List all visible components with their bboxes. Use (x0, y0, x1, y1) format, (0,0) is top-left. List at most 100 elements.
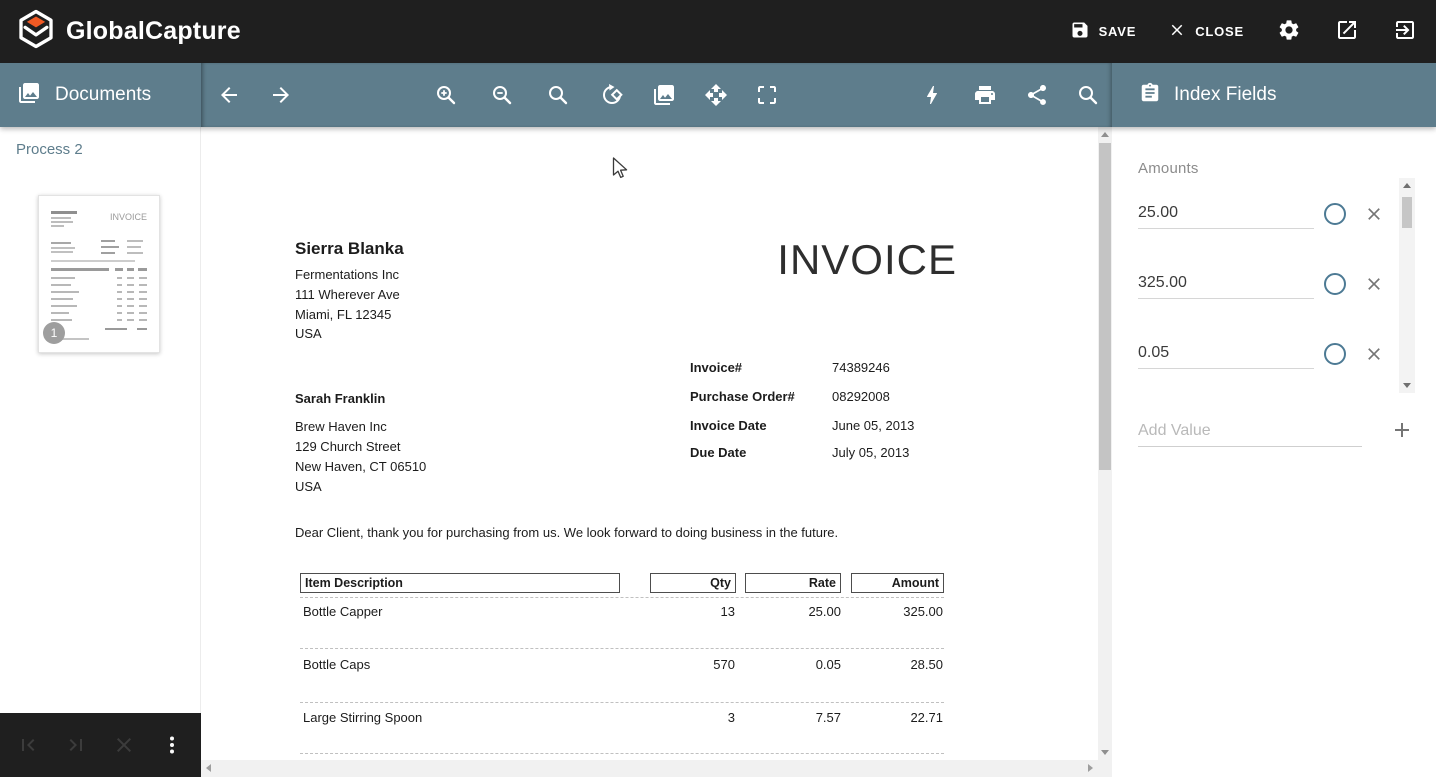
print-button[interactable] (973, 83, 997, 107)
scroll-up-arrow[interactable] (1101, 132, 1109, 137)
open-in-new-button[interactable] (1334, 19, 1360, 45)
scroll-down-arrow[interactable] (1101, 750, 1109, 755)
save-label: SAVE (1099, 24, 1137, 39)
vertical-scrollbar[interactable] (1098, 127, 1112, 760)
add-value-button[interactable] (1390, 418, 1414, 442)
select-circle-button[interactable] (1324, 273, 1346, 295)
due-date-row: Due Date July 05, 2013 (690, 445, 970, 460)
add-value-input[interactable] (1138, 415, 1362, 447)
back-button[interactable] (217, 83, 241, 107)
pages-button[interactable] (652, 83, 676, 107)
index-fields-title: Index Fields (1174, 84, 1276, 106)
col-header-item-description: Item Description (300, 573, 620, 593)
fullscreen-button[interactable] (755, 83, 779, 107)
scroll-left-arrow[interactable] (206, 764, 211, 772)
greeting-line: Dear Client, thank you for purchasing fr… (295, 525, 838, 540)
scroll-right-arrow[interactable] (1088, 764, 1093, 772)
remove-value-button[interactable] (1364, 204, 1384, 224)
add-value-row (1138, 415, 1410, 449)
open-in-new-icon (1335, 18, 1359, 45)
po-number-row: Purchase Order# 08292008 (690, 389, 970, 404)
fullscreen-icon (755, 95, 779, 110)
page-thumbnail[interactable]: INVOICE (38, 195, 160, 353)
po-number-label: Purchase Order# (690, 389, 832, 404)
zoom-in-button[interactable] (434, 83, 458, 107)
flash-button[interactable] (920, 83, 944, 107)
amount-value-field[interactable]: 25.00 (1138, 195, 1314, 229)
invoice-number-row: Invoice# 74389246 (690, 360, 970, 375)
pan-button[interactable] (704, 83, 728, 107)
customer-address: 129 Church Street (295, 439, 401, 454)
row1-qty: 13 (721, 604, 735, 619)
photo-library-icon (17, 81, 41, 110)
invoice-number-value: 74389246 (832, 360, 890, 375)
vendor-city: Miami, FL 12345 (295, 307, 391, 322)
col-header-qty: Qty (650, 573, 736, 593)
row3-qty: 3 (728, 710, 735, 725)
row2-qty: 570 (713, 657, 735, 672)
brand-name: GlobalCapture (66, 17, 241, 46)
arrow-forward-icon (269, 95, 293, 110)
zoom-out-button[interactable] (490, 83, 514, 107)
amount-field-row: 25.00 (1138, 195, 1410, 231)
search-button[interactable] (1076, 83, 1100, 107)
rotate-button[interactable] (600, 83, 624, 107)
gear-icon (1277, 18, 1301, 45)
toolbar-row: Documents (0, 63, 1436, 127)
settings-button[interactable] (1276, 19, 1302, 45)
index-fields-panel: Amounts 25.00 325.00 0.05 (1112, 127, 1436, 777)
flash-icon (920, 95, 944, 110)
remove-x-icon (1364, 282, 1384, 297)
first-page-button[interactable] (16, 733, 40, 757)
amount-field-row: 0.05 (1138, 335, 1410, 371)
save-button[interactable]: SAVE (1070, 20, 1137, 43)
row2-rate: 0.05 (816, 657, 841, 672)
forward-button[interactable] (269, 83, 293, 107)
row1-amount: 325.00 (903, 604, 943, 619)
share-button[interactable] (1025, 83, 1049, 107)
last-page-button[interactable] (64, 733, 88, 757)
amount-value-field[interactable]: 325.00 (1138, 265, 1314, 299)
row2-amount: 28.50 (910, 657, 943, 672)
po-number-value: 08292008 (832, 389, 890, 404)
sign-out-button[interactable] (1392, 19, 1418, 45)
top-bar: GlobalCapture SAVE CLOSE (0, 0, 1436, 63)
page-number-badge: 1 (43, 322, 65, 344)
row-separator (300, 648, 944, 649)
amount-value-field[interactable]: 0.05 (1138, 335, 1314, 369)
remove-value-button[interactable] (1364, 344, 1384, 364)
close-button[interactable]: CLOSE (1168, 21, 1244, 42)
zoom-search-button[interactable] (546, 83, 570, 107)
col-header-rate: Rate (745, 573, 841, 593)
document-viewer[interactable]: Sierra Blanka Fermentations Inc 111 Wher… (201, 127, 1112, 777)
save-icon (1070, 20, 1090, 43)
values-scroll-thumb[interactable] (1402, 197, 1412, 228)
remove-x-icon (1364, 212, 1384, 227)
scroll-down-arrow[interactable] (1403, 383, 1411, 388)
brand: GlobalCapture (16, 9, 241, 54)
row1-rate: 25.00 (808, 604, 841, 619)
amounts-group-label: Amounts (1138, 160, 1199, 177)
mouse-cursor (612, 157, 630, 186)
vendor-country: USA (295, 326, 322, 341)
values-scrollbar[interactable] (1399, 178, 1415, 393)
first-page-icon (16, 745, 40, 760)
invoice-date-label: Invoice Date (690, 418, 832, 433)
select-circle-button[interactable] (1324, 343, 1346, 365)
delete-page-button[interactable] (112, 733, 136, 757)
top-bar-actions: SAVE CLOSE (1070, 19, 1418, 45)
row3-rate: 7.57 (816, 710, 841, 725)
horizontal-scrollbar[interactable] (201, 760, 1098, 777)
search-icon (1076, 95, 1100, 110)
scroll-up-arrow[interactable] (1403, 183, 1411, 188)
clipboard-icon (1139, 82, 1161, 109)
invoice-title: INVOICE (777, 236, 957, 284)
vertical-scroll-thumb[interactable] (1099, 143, 1111, 470)
customer-city: New Haven, CT 06510 (295, 459, 426, 474)
more-options-button[interactable] (160, 733, 184, 757)
select-circle-button[interactable] (1324, 203, 1346, 225)
index-fields-header: Index Fields (1112, 63, 1436, 127)
remove-value-button[interactable] (1364, 274, 1384, 294)
documents-sidebar: Process 2 INVOICE (0, 127, 201, 777)
scrollbar-corner (1098, 760, 1112, 777)
